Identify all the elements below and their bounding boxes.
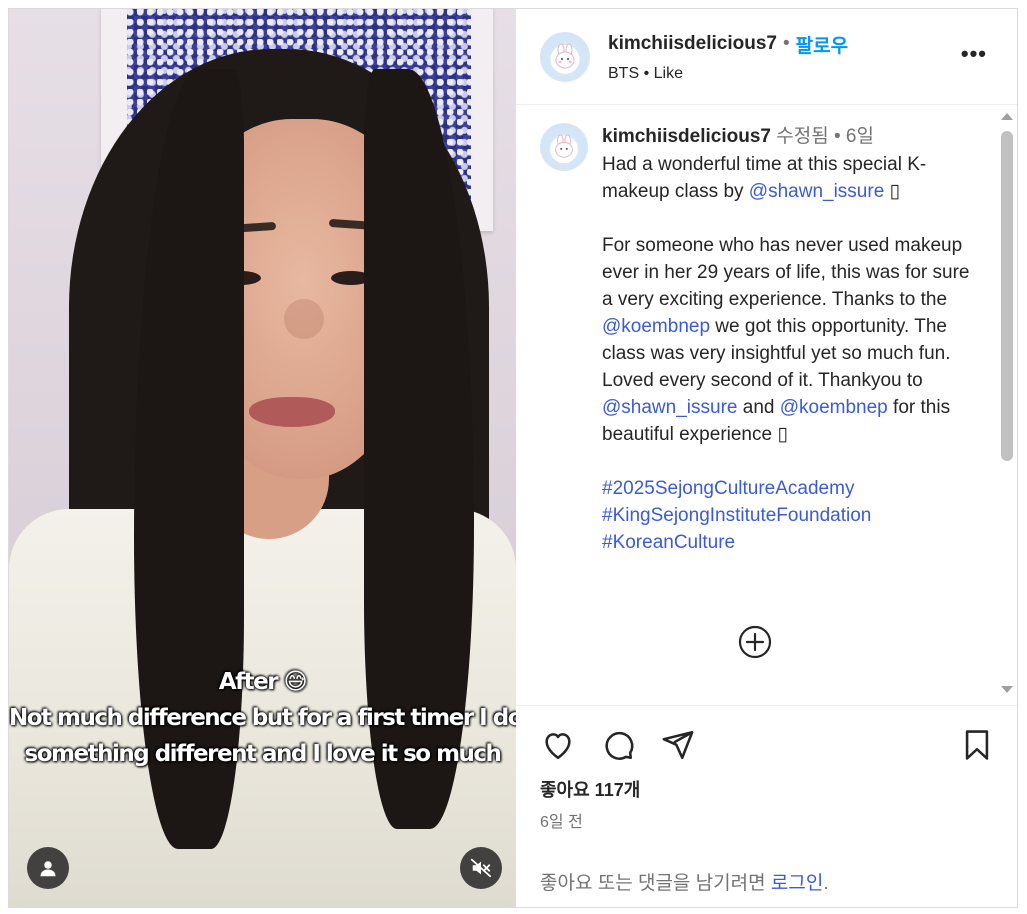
lips [249, 397, 335, 427]
scrollbar[interactable] [999, 113, 1013, 693]
login-prompt-text: 좋아요 또는 댓글을 남기려면 [540, 873, 771, 894]
caption-line: After 😅 [218, 669, 308, 695]
load-more-comments-icon[interactable] [738, 625, 772, 659]
video-caption: After 😅 Not much difference but for a fi… [9, 664, 516, 772]
caption-line: something different and I love it so muc… [24, 741, 502, 767]
profile-avatar[interactable] [540, 31, 590, 82]
scroll-down-arrow-icon[interactable] [1001, 686, 1013, 693]
bunny-avatar-icon [555, 134, 573, 158]
user-icon [40, 861, 56, 877]
login-link[interactable]: 로그인 [771, 873, 823, 894]
scroll-thumb[interactable] [1001, 131, 1013, 461]
hashtag-link[interactable]: #KingSejongInstituteFoundation [602, 505, 871, 526]
login-prompt: 좋아요 또는 댓글을 남기려면 로그인. [540, 868, 829, 895]
tagged-user-button[interactable] [27, 847, 69, 889]
comment-icon[interactable] [600, 728, 636, 762]
post-header: kimchiisdelicious7 • 팔로우 BTS • Like ••• [516, 9, 1017, 105]
bunny-avatar-icon [555, 43, 575, 68]
heart-icon[interactable] [540, 728, 576, 762]
mute-toggle-button[interactable] [460, 847, 502, 889]
audio-subline[interactable]: BTS • Like [608, 65, 848, 83]
post-time-ago[interactable]: 6일 전 [540, 808, 583, 832]
caption-time[interactable]: 6일 [846, 126, 874, 147]
mention-link[interactable]: @koembnep [780, 397, 888, 418]
caption-text: and [737, 397, 780, 418]
hashtags: #2025SejongCultureAcademy #KingSejongIns… [602, 475, 982, 556]
separator-dot: • [833, 126, 841, 147]
post-dialog: After 😅 Not much difference but for a fi… [8, 8, 1018, 908]
caption-paragraph-2: For someone who has never used makeup ev… [602, 232, 982, 448]
post-media-video[interactable]: After 😅 Not much difference but for a fi… [9, 9, 516, 907]
caption-username[interactable]: kimchiisdelicious7 [602, 126, 771, 147]
action-bar [516, 706, 1017, 766]
post-side-panel: kimchiisdelicious7 • 팔로우 BTS • Like ••• [516, 9, 1017, 907]
mention-link[interactable]: @koembnep [602, 316, 710, 337]
edited-label: 수정됨 [776, 126, 829, 147]
caption-text: For someone who has never used makeup ev… [602, 235, 970, 310]
comments-scroll-area[interactable]: kimchiisdelicious7 수정됨 • 6일 Had a wonder… [516, 105, 1017, 706]
bookmark-icon[interactable] [960, 728, 994, 762]
header-username[interactable]: kimchiisdelicious7 [608, 33, 777, 55]
caption-paragraph-1: Had a wonderful time at this special K-m… [602, 151, 982, 205]
hashtag-link[interactable]: #2025SejongCultureAcademy [602, 478, 854, 499]
caption-text: ▯ [884, 181, 900, 202]
post-caption: kimchiisdelicious7 수정됨 • 6일 Had a wonder… [540, 123, 987, 556]
scroll-up-arrow-icon[interactable] [1001, 113, 1013, 120]
mention-link[interactable]: @shawn_issure [602, 397, 737, 418]
share-icon[interactable] [660, 728, 696, 762]
more-options-icon[interactable]: ••• [961, 43, 987, 65]
caption-avatar[interactable] [540, 123, 588, 171]
follow-button[interactable]: 팔로우 [796, 31, 848, 58]
likes-label-text: 좋아요 117개 [540, 780, 641, 800]
muted-speaker-icon [470, 858, 492, 878]
login-prompt-suffix: . [823, 873, 829, 894]
caption-line: Not much difference but for a first time… [9, 705, 516, 731]
nose [284, 299, 324, 339]
hashtag-link[interactable]: #KoreanCulture [602, 532, 735, 553]
likes-label[interactable]: 좋아요 117개 [540, 776, 640, 802]
mention-link[interactable]: @shawn_issure [749, 181, 884, 202]
separator-dot: • [782, 33, 790, 54]
